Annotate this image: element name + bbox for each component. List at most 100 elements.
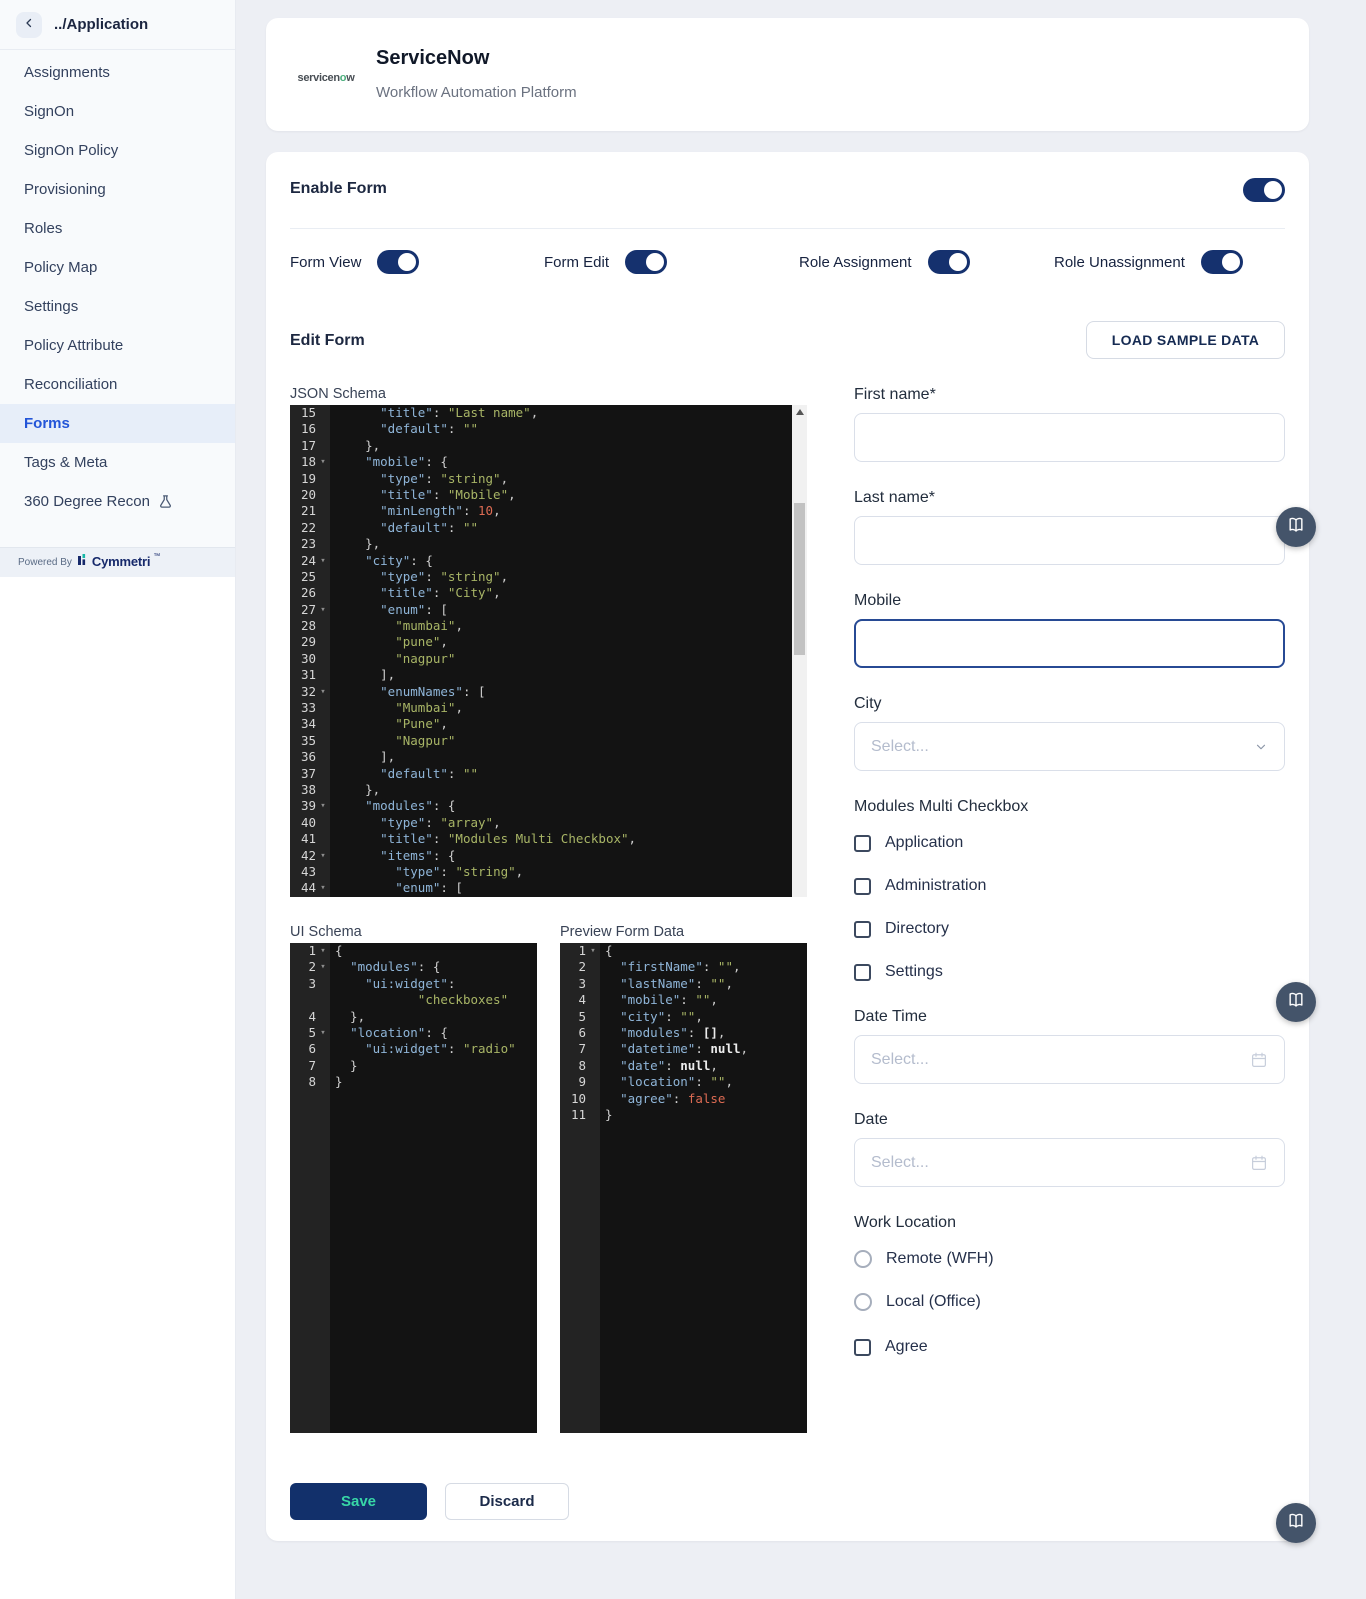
sidebar-item-roles[interactable]: Roles xyxy=(0,209,235,248)
fold-arrow-icon[interactable]: ▾ xyxy=(586,943,600,959)
code-line: 37 "default": "" xyxy=(290,766,807,782)
form-view-toggle[interactable] xyxy=(377,250,419,274)
docs-fab-top[interactable] xyxy=(1276,507,1316,547)
fold-arrow-icon[interactable]: ▾ xyxy=(316,880,330,896)
fold-arrow-icon[interactable]: ▾ xyxy=(316,1025,330,1041)
docs-fab-middle[interactable] xyxy=(1276,982,1316,1022)
json-schema-editor[interactable]: 15 "title": "Last name",16 "default": ""… xyxy=(290,405,807,897)
chevron-down-icon xyxy=(1254,740,1268,754)
code-line: 23 }, xyxy=(290,536,807,552)
code-line: 34 "Pune", xyxy=(290,716,807,732)
code-line: 15 "title": "Last name", xyxy=(290,405,807,421)
powered-by-text: Powered By xyxy=(18,557,72,568)
back-button[interactable] xyxy=(16,12,42,38)
placeholder-text: Select... xyxy=(871,1051,929,1069)
sidebar-item-assignments[interactable]: Assignments xyxy=(0,53,235,92)
code-line: 35 "Nagpur" xyxy=(290,733,807,749)
code-line: 31 ], xyxy=(290,667,807,683)
field-group-mobile: Mobile xyxy=(854,592,1285,668)
discard-button[interactable]: Discard xyxy=(445,1483,569,1520)
checkbox-administration[interactable]: Administration xyxy=(854,877,1285,895)
app-header-card: servicenow ServiceNow Workflow Automatio… xyxy=(266,18,1309,131)
fold-arrow-icon[interactable]: ▾ xyxy=(316,602,330,618)
fold-arrow-icon[interactable]: ▾ xyxy=(316,684,330,700)
calendar-icon xyxy=(1250,1154,1268,1172)
calendar-icon xyxy=(1250,1051,1268,1069)
scroll-up-arrow-icon[interactable] xyxy=(796,409,804,415)
date-select[interactable]: Select... xyxy=(854,1138,1285,1187)
sidebar-item-signon[interactable]: SignOn xyxy=(0,92,235,131)
mobile-input[interactable] xyxy=(854,619,1285,668)
sidebar-item-360-degree-recon[interactable]: 360 Degree Recon xyxy=(0,482,235,521)
placeholder-text: Select... xyxy=(871,1154,929,1172)
field-label: City xyxy=(854,695,1285,713)
fold-arrow-icon[interactable]: ▾ xyxy=(316,454,330,470)
enable-form-toggle[interactable] xyxy=(1243,178,1285,202)
load-sample-data-button[interactable]: LOAD SAMPLE DATA xyxy=(1086,321,1285,359)
code-line: 4 }, xyxy=(290,1009,537,1025)
cymmetri-brand-text: Cymmetri xyxy=(92,554,150,569)
toggle-row: Form ViewForm EditRole AssignmentRole Un… xyxy=(266,250,1309,276)
sidebar-item-label: Assignments xyxy=(24,64,110,81)
sidebar-item-provisioning[interactable]: Provisioning xyxy=(0,170,235,209)
code-line: 41 "title": "Modules Multi Checkbox", xyxy=(290,831,807,847)
form-edit-toggle[interactable] xyxy=(625,250,667,274)
toggle-group-form-view: Form View xyxy=(290,250,419,274)
radio-control[interactable] xyxy=(854,1250,872,1268)
docs-fab-bottom[interactable] xyxy=(1276,1503,1316,1543)
role-unassignment-toggle[interactable] xyxy=(1201,250,1243,274)
field-group-agree: Agree xyxy=(854,1338,1285,1356)
field-label: Date Time xyxy=(854,1008,1285,1026)
checkbox-control[interactable] xyxy=(854,964,871,981)
radio-remote-wfh[interactable]: Remote (WFH) xyxy=(854,1250,1285,1268)
checkbox-directory[interactable]: Directory xyxy=(854,920,1285,938)
option-label: Settings xyxy=(885,963,943,981)
option-label: Agree xyxy=(885,1338,928,1356)
checkbox-control[interactable] xyxy=(854,878,871,895)
sidebar-item-settings[interactable]: Settings xyxy=(0,287,235,326)
fold-arrow-icon[interactable]: ▾ xyxy=(316,553,330,569)
fold-arrow-icon[interactable]: ▾ xyxy=(316,959,330,975)
editor-scrollbar[interactable] xyxy=(792,405,807,897)
logo-text-right: w xyxy=(346,72,354,84)
first-name-input[interactable] xyxy=(854,413,1285,462)
checkbox-control[interactable] xyxy=(854,835,871,852)
option-label: Directory xyxy=(885,920,949,938)
sidebar-top: ../Application AssignmentsSignOnSignOn P… xyxy=(0,0,235,577)
sidebar-item-policy-map[interactable]: Policy Map xyxy=(0,248,235,287)
toggle-label: Form Edit xyxy=(544,254,609,271)
toggle-group-role-assignment: Role Assignment xyxy=(799,250,970,274)
checkbox-control[interactable] xyxy=(854,1339,871,1356)
last-name-input[interactable] xyxy=(854,516,1285,565)
sidebar-item-signon-policy[interactable]: SignOn Policy xyxy=(0,131,235,170)
form-config-card: Enable Form Form ViewForm EditRole Assig… xyxy=(266,152,1309,1541)
field-label: Modules Multi Checkbox xyxy=(854,798,1285,816)
fold-arrow-icon[interactable]: ▾ xyxy=(316,798,330,814)
sidebar-item-reconciliation[interactable]: Reconciliation xyxy=(0,365,235,404)
checkbox-control[interactable] xyxy=(854,921,871,938)
radio-control[interactable] xyxy=(854,1293,872,1311)
sidebar-item-tags-meta[interactable]: Tags & Meta xyxy=(0,443,235,482)
role-assignment-toggle[interactable] xyxy=(928,250,970,274)
checkbox-application[interactable]: Application xyxy=(854,834,1285,852)
sidebar-item-policy-attribute[interactable]: Policy Attribute xyxy=(0,326,235,365)
code-line: 6 "modules": [], xyxy=(560,1025,807,1041)
fold-arrow-icon[interactable]: ▾ xyxy=(316,848,330,864)
radio-local-office[interactable]: Local (Office) xyxy=(854,1293,1285,1311)
date-time-select[interactable]: Select... xyxy=(854,1035,1285,1084)
checkbox-settings[interactable]: Settings xyxy=(854,963,1285,981)
city-select[interactable]: Select... xyxy=(854,722,1285,771)
code-line: 26 "title": "City", xyxy=(290,585,807,601)
scrollbar-thumb[interactable] xyxy=(794,503,805,655)
ui-schema-editor[interactable]: 1▾{2▾ "modules": {3 "ui:widget": "checkb… xyxy=(290,943,537,1433)
fold-arrow-icon[interactable]: ▾ xyxy=(316,943,330,959)
chevron-left-icon xyxy=(23,16,35,34)
app-title: ServiceNow xyxy=(376,47,489,70)
checkbox-agree[interactable]: Agree xyxy=(854,1338,1285,1356)
code-line: 9 "location": "", xyxy=(560,1074,807,1090)
save-button[interactable]: Save xyxy=(290,1483,427,1520)
code-line: 16 "default": "" xyxy=(290,421,807,437)
preview-form-data-editor[interactable]: 1▾{2 "firstName": "",3 "lastName": "",4 … xyxy=(560,943,807,1433)
sidebar-item-forms[interactable]: Forms xyxy=(0,404,235,443)
app-subtitle: Workflow Automation Platform xyxy=(376,84,577,101)
